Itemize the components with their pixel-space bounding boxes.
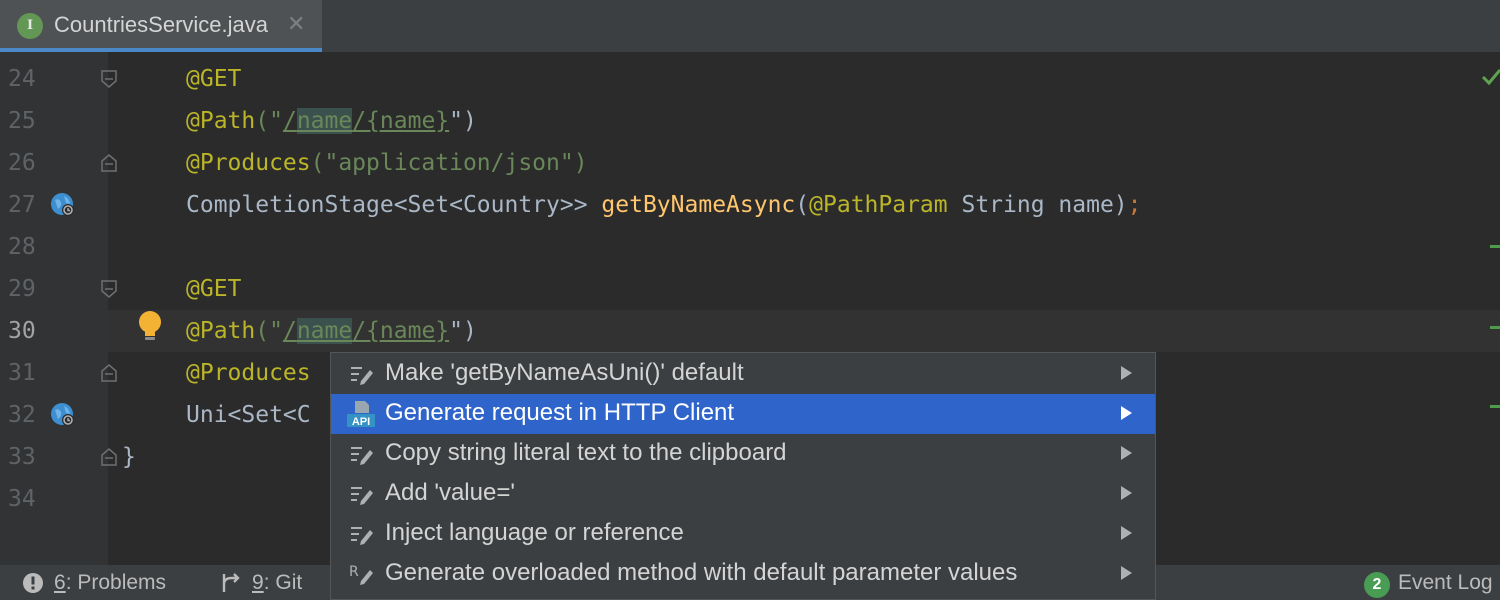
change-marker[interactable] (1490, 326, 1500, 329)
fold-end-icon[interactable] (101, 448, 117, 466)
code-line: CompletionStage<Set<Country>> getByNameA… (186, 192, 1142, 218)
intention-icon (351, 487, 373, 505)
line-number: 24 (8, 66, 36, 92)
change-marker[interactable] (1490, 405, 1500, 408)
code-line: @GET (186, 66, 242, 92)
problems-tool-button[interactable]: 6: Problems (54, 571, 166, 595)
no-problems-check-icon[interactable] (1480, 66, 1500, 88)
intention-icon (351, 527, 373, 545)
event-count-badge: 2 (1364, 572, 1390, 598)
git-icon[interactable] (220, 572, 242, 594)
line-number: 26 (8, 150, 36, 176)
git-tool-button[interactable]: 9: Git (252, 571, 302, 595)
line-number: 31 (8, 360, 36, 386)
code-line: } (122, 444, 136, 470)
tab-filename: CountriesService.java (54, 12, 268, 37)
line-number: 33 (8, 444, 36, 470)
code-line: @Produces("application/json") (186, 150, 588, 176)
submenu-arrow-icon (1121, 566, 1132, 580)
code-line: @Path("/name/{name}") (186, 108, 477, 134)
svg-text:R: R (349, 564, 359, 580)
menu-item-add-value[interactable]: Add 'value=' (331, 474, 1155, 514)
menu-item-make-default[interactable]: Make 'getByNameAsUni()' default (331, 354, 1155, 394)
code-line: @GET (186, 276, 242, 302)
tab-countries-service[interactable]: I CountriesService.java ✕ (0, 0, 322, 52)
code-line: @Produces (186, 360, 311, 386)
fold-start-icon[interactable] (101, 70, 117, 88)
lightbulb-icon[interactable] (137, 310, 163, 344)
line-number: 32 (8, 402, 36, 428)
intention-icon (351, 367, 373, 385)
submenu-arrow-icon (1121, 446, 1132, 460)
refactor-icon: R (349, 564, 373, 585)
event-log-button[interactable]: Event Log (1398, 571, 1493, 595)
endpoint-globe-icon[interactable] (50, 192, 76, 218)
line-number: 34 (8, 486, 36, 512)
menu-item-generate-overloaded-method[interactable]: R Generate overloaded method with defaul… (331, 554, 1155, 594)
api-icon: API (347, 401, 375, 428)
fold-end-icon[interactable] (101, 364, 117, 382)
submenu-arrow-icon (1121, 366, 1132, 380)
line-number: 29 (8, 276, 36, 302)
line-number: 28 (8, 234, 36, 260)
line-number: 25 (8, 108, 36, 134)
menu-item-inject-language[interactable]: Inject language or reference (331, 514, 1155, 554)
submenu-arrow-icon (1121, 486, 1132, 500)
menu-item-generate-http-request[interactable]: API Generate request in HTTP Client (331, 394, 1155, 434)
problems-icon[interactable] (22, 572, 44, 594)
svg-text:API: API (352, 416, 370, 428)
menu-item-copy-string-literal[interactable]: Copy string literal text to the clipboar… (331, 434, 1155, 474)
change-marker[interactable] (1490, 245, 1500, 248)
close-icon[interactable]: ✕ (287, 12, 305, 38)
fold-start-icon[interactable] (101, 280, 117, 298)
editor-tab-bar: I CountriesService.java ✕ (0, 0, 1500, 52)
intention-actions-popup: Make 'getByNameAsUni()' default API Gene… (330, 352, 1156, 600)
intention-icon (351, 447, 373, 465)
line-number-current: 30 (8, 318, 36, 344)
line-number: 27 (8, 192, 36, 218)
submenu-arrow-icon (1121, 406, 1132, 420)
fold-end-icon[interactable] (101, 154, 117, 172)
code-line: Uni<Set<C (186, 402, 311, 428)
interface-icon: I (17, 13, 43, 39)
endpoint-globe-icon[interactable] (50, 402, 76, 428)
code-line: @Path("/name/{name}") (186, 318, 477, 344)
submenu-arrow-icon (1121, 526, 1132, 540)
